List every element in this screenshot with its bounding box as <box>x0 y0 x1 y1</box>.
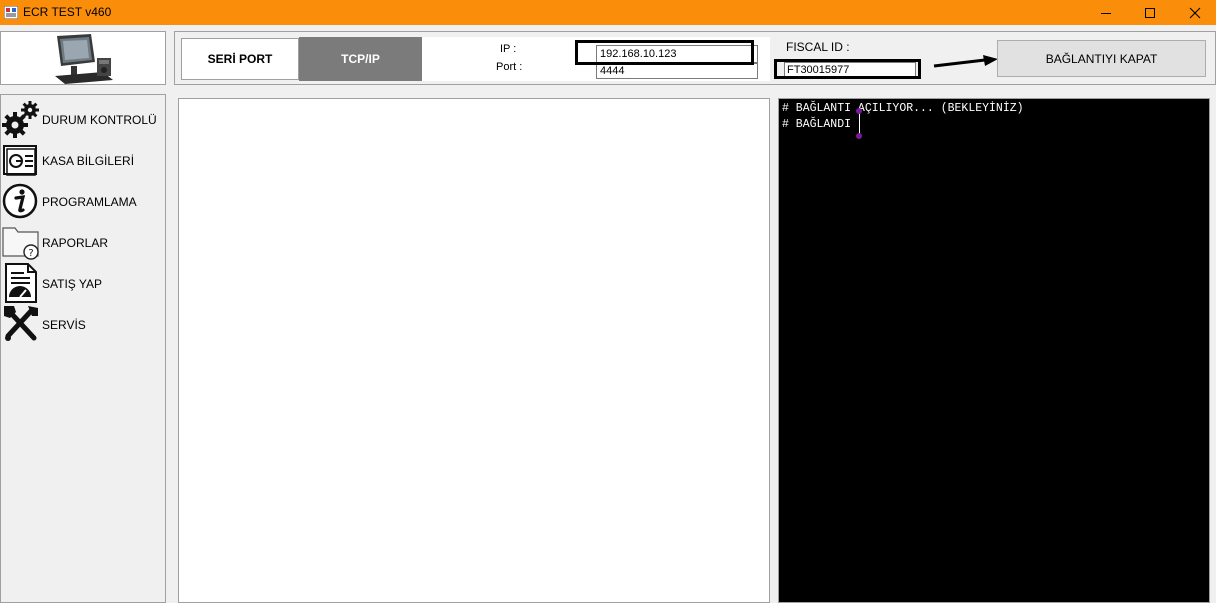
logo-panel <box>0 31 166 85</box>
info-icon <box>2 181 40 221</box>
console-line: # BAĞLANTI AÇILIYOR... (BEKLEYİNİZ) <box>782 102 1024 115</box>
svg-text:?: ? <box>28 248 33 259</box>
sale-document-icon <box>2 263 40 303</box>
fiscal-id-input[interactable]: FT30015977 <box>784 62 916 78</box>
sidebar-item-service[interactable]: SERVİS <box>1 304 166 344</box>
sidebar: DURUM KONTROLÜ KASA BİLGİLERİ PROGRAMLAM… <box>0 94 166 603</box>
tab-tcp-ip[interactable]: TCP/IP <box>299 37 422 81</box>
sidebar-item-label: SERVİS <box>42 318 86 332</box>
maximize-button[interactable] <box>1127 0 1173 25</box>
ip-label: IP : <box>500 43 517 55</box>
sidebar-item-label: PROGRAMLAMA <box>42 195 137 209</box>
selection-handle-icon <box>856 108 862 114</box>
pos-terminal-icon <box>55 34 113 84</box>
folder-question-icon: ? <box>2 222 40 262</box>
title-bar: ECR TEST v460 <box>0 0 1216 25</box>
maximize-icon <box>1145 7 1155 18</box>
gears-icon <box>2 99 40 139</box>
port-input[interactable]: 4444 <box>596 63 758 79</box>
app-icon <box>3 5 19 20</box>
sidebar-item-reports[interactable]: ? RAPORLAR <box>1 222 166 262</box>
sidebar-item-label: RAPORLAR <box>42 236 109 250</box>
main-content-panel <box>178 98 770 603</box>
selection-handle-icon <box>856 133 862 139</box>
sidebar-item-status-check[interactable]: DURUM KONTROLÜ <box>1 99 166 139</box>
close-button[interactable] <box>1172 0 1216 25</box>
minimize-icon <box>1101 12 1111 14</box>
sidebar-item-make-sale[interactable]: SATIŞ YAP <box>1 263 166 303</box>
window-title: ECR TEST v460 <box>23 5 112 19</box>
sidebar-item-label: DURUM KONTROLÜ <box>42 113 157 127</box>
sidebar-item-label: SATIŞ YAP <box>42 277 103 291</box>
sidebar-item-programming[interactable]: PROGRAMLAMA <box>1 181 166 221</box>
port-label: Port : <box>496 61 523 73</box>
sidebar-item-register-info[interactable]: KASA BİLGİLERİ <box>1 140 166 180</box>
console-line: # BAĞLANDI <box>782 118 852 131</box>
arrow-annotation-icon <box>933 55 998 68</box>
tab-serial-port[interactable]: SERİ PORT <box>181 38 299 80</box>
console-log: # BAĞLANTI AÇILIYOR... (BEKLEYİNİZ) # BA… <box>778 98 1210 603</box>
close-connection-button[interactable]: BAĞLANTIYI KAPAT <box>997 40 1206 77</box>
minimize-button[interactable] <box>1083 0 1129 25</box>
tools-icon <box>2 304 40 344</box>
register-info-icon <box>2 140 40 180</box>
ip-input[interactable]: 192.168.10.123 <box>596 45 758 63</box>
fiscal-id-label: FISCAL ID : <box>786 40 850 54</box>
close-icon <box>1189 7 1201 18</box>
sidebar-item-label: KASA BİLGİLERİ <box>42 154 135 168</box>
